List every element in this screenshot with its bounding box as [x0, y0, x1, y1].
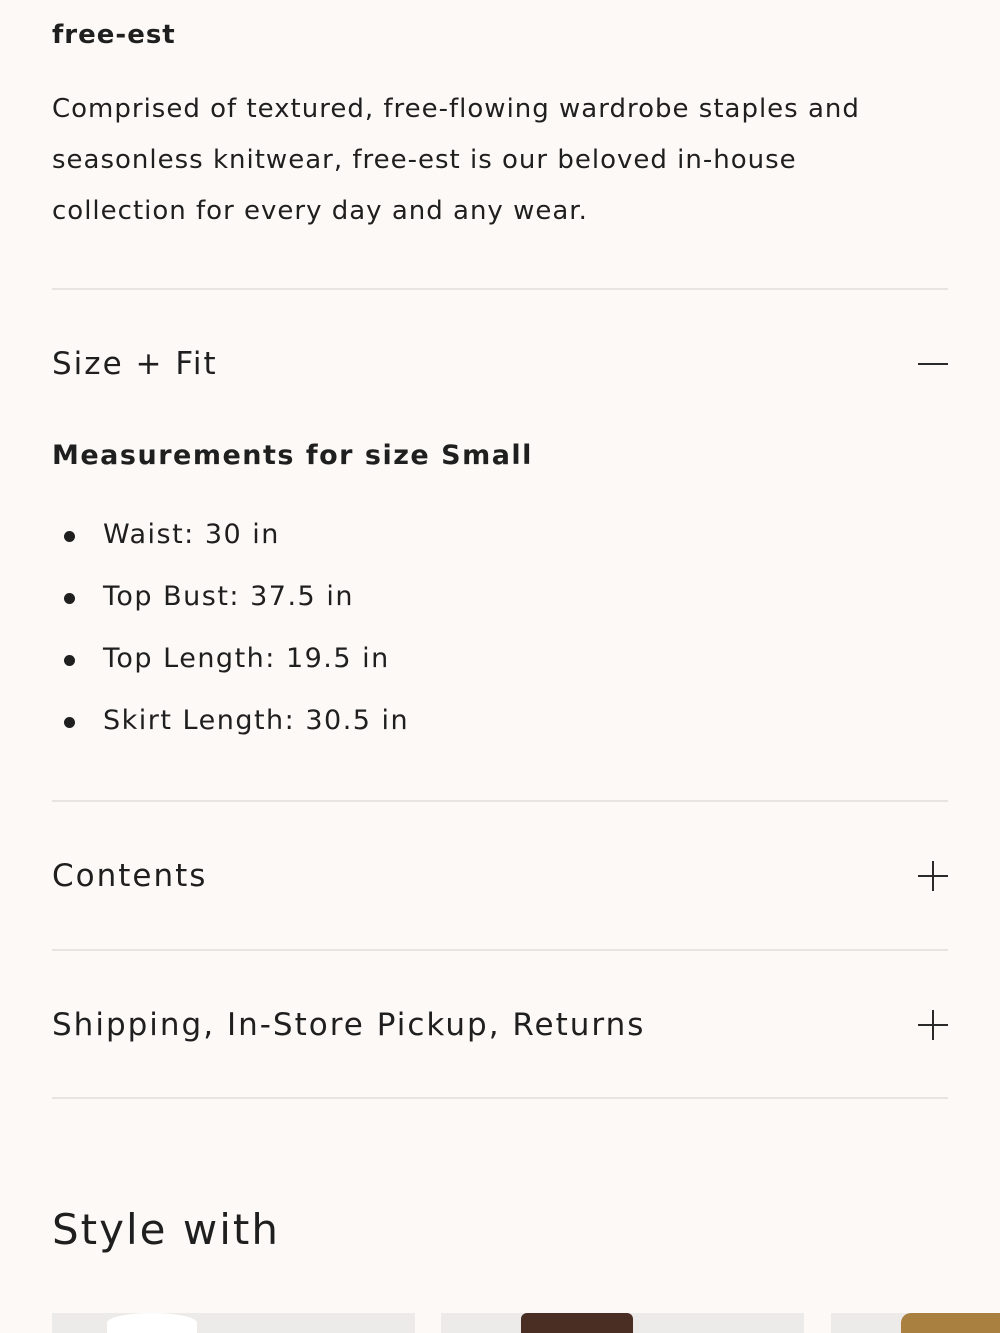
list-item: Skirt Length: 30.5 in: [52, 691, 409, 753]
product-card[interactable]: [441, 1313, 804, 1333]
list-item: Top Bust: 37.5 in: [52, 567, 409, 629]
bullet-icon: [64, 531, 75, 542]
list-item: Top Length: 19.5 in: [52, 629, 409, 691]
product-card[interactable]: [831, 1313, 1000, 1333]
shipping-title: Shipping, In-Store Pickup, Returns: [52, 1007, 646, 1043]
bullet-icon: [64, 593, 75, 604]
product-image: [521, 1313, 633, 1333]
style-with-heading: Style with: [52, 1205, 280, 1254]
product-image: [901, 1313, 1000, 1333]
divider: [52, 1097, 948, 1099]
divider: [52, 800, 948, 802]
product-image: [107, 1313, 197, 1333]
measurement-waist: Waist: 30 in: [103, 519, 280, 550]
plus-icon[interactable]: [918, 1010, 948, 1040]
minus-icon[interactable]: [918, 349, 948, 379]
product-card[interactable]: [52, 1313, 415, 1333]
size-fit-accordion-header[interactable]: Size + Fit: [52, 334, 948, 394]
measurement-top-length: Top Length: 19.5 in: [103, 643, 390, 674]
size-fit-title: Size + Fit: [52, 346, 218, 382]
contents-accordion-header[interactable]: Contents: [52, 846, 948, 906]
list-item: Waist: 30 in: [52, 505, 409, 567]
measurement-top-bust: Top Bust: 37.5 in: [103, 581, 354, 612]
bullet-icon: [64, 717, 75, 728]
measurements-title: Measurements for size Small: [52, 440, 533, 471]
bullet-icon: [64, 655, 75, 666]
contents-title: Contents: [52, 858, 208, 894]
divider: [52, 949, 948, 951]
measurement-skirt-length: Skirt Length: 30.5 in: [103, 705, 410, 736]
brand-description: Comprised of textured, free-flowing ward…: [52, 94, 860, 226]
measurements-list: Waist: 30 in Top Bust: 37.5 in Top Lengt…: [52, 505, 409, 753]
divider: [52, 288, 948, 290]
brand-title: free-est: [52, 20, 176, 50]
plus-icon[interactable]: [918, 861, 948, 891]
shipping-accordion-header[interactable]: Shipping, In-Store Pickup, Returns: [52, 995, 948, 1055]
